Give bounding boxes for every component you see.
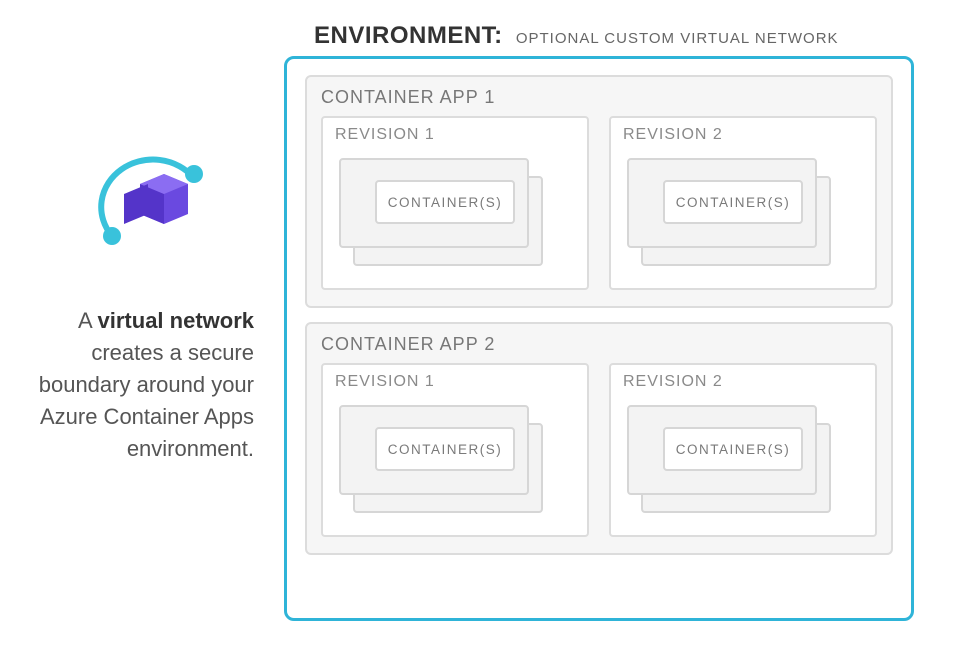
revision-title: REVISION 2: [623, 126, 863, 144]
desc-rest: creates a secure boundary around your Az…: [39, 340, 254, 461]
desc-bold: virtual network: [98, 308, 254, 333]
right-column: ENVIRONMENT: OPTIONAL CUSTOM VIRTUAL NET…: [284, 0, 954, 646]
app-title: CONTAINER APP 1: [321, 87, 877, 108]
environment-title: ENVIRONMENT: OPTIONAL CUSTOM VIRTUAL NET…: [314, 22, 914, 50]
diagram-root: A virtual network creates a secure bound…: [0, 0, 954, 646]
container-app-2: CONTAINER APP 2 REVISION 1 CONTAINER(S) …: [305, 322, 893, 555]
revision-title: REVISION 1: [335, 373, 575, 391]
environment-box: CONTAINER APP 1 REVISION 1 CONTAINER(S) …: [284, 56, 914, 621]
container-stack: CONTAINER(S): [335, 401, 575, 521]
container-label-card: CONTAINER(S): [375, 180, 515, 224]
revision-box: REVISION 2 CONTAINER(S): [609, 363, 877, 537]
revision-title: REVISION 2: [623, 373, 863, 391]
description-text: A virtual network creates a secure bound…: [30, 305, 254, 464]
revision-box: REVISION 1 CONTAINER(S): [321, 116, 589, 290]
app-title: CONTAINER APP 2: [321, 334, 877, 355]
container-label-card: CONTAINER(S): [663, 180, 803, 224]
container-label-card: CONTAINER(S): [663, 427, 803, 471]
container-stack: CONTAINER(S): [623, 154, 863, 274]
env-label: ENVIRONMENT:: [314, 22, 503, 49]
container-app-1: CONTAINER APP 1 REVISION 1 CONTAINER(S) …: [305, 75, 893, 308]
container-label: CONTAINER(S): [388, 195, 503, 210]
container-label: CONTAINER(S): [388, 442, 503, 457]
desc-prefix: A: [78, 308, 98, 333]
left-column: A virtual network creates a secure bound…: [0, 0, 284, 646]
container-stack: CONTAINER(S): [623, 401, 863, 521]
revision-title: REVISION 1: [335, 126, 575, 144]
revision-box: REVISION 1 CONTAINER(S): [321, 363, 589, 537]
container-label-card: CONTAINER(S): [375, 427, 515, 471]
vnet-icon: [94, 150, 214, 265]
revision-box: REVISION 2 CONTAINER(S): [609, 116, 877, 290]
container-stack: CONTAINER(S): [335, 154, 575, 274]
container-label: CONTAINER(S): [676, 195, 791, 210]
container-label: CONTAINER(S): [676, 442, 791, 457]
revision-row: REVISION 1 CONTAINER(S) REVISION 2 CONT: [321, 363, 877, 537]
env-subtitle: OPTIONAL CUSTOM VIRTUAL NETWORK: [516, 30, 839, 47]
revision-row: REVISION 1 CONTAINER(S) REVISION 2 CONT: [321, 116, 877, 290]
